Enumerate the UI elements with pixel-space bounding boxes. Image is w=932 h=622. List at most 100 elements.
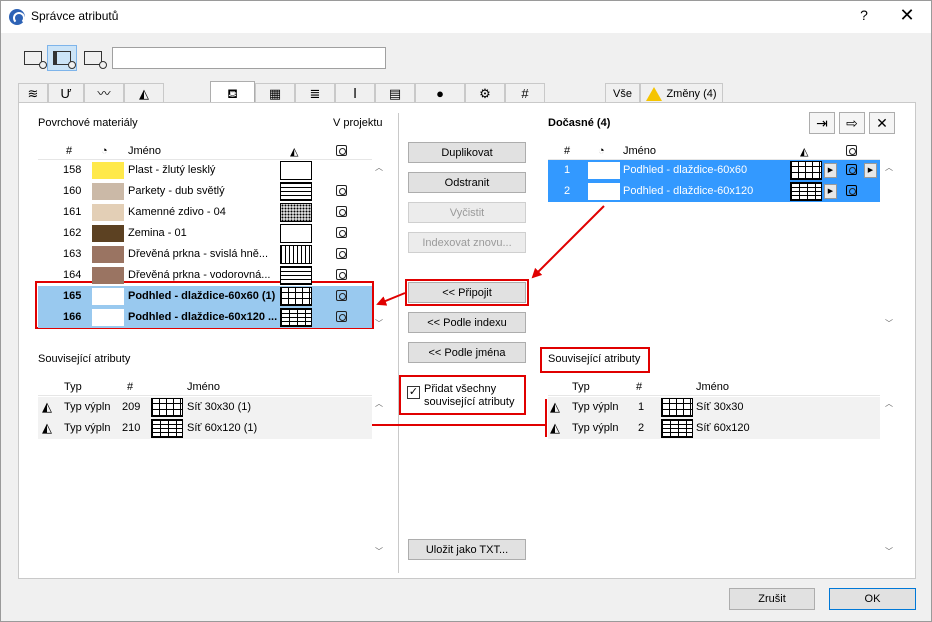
list-item[interactable]: 162 Zemina - 01 [38,223,372,244]
tab-surfaces[interactable]: ⛾ [210,81,255,104]
item-index: 160 [63,185,82,197]
fill-type-icon: ◭ [550,399,560,414]
in-project-icon [336,206,347,217]
in-project-icon [336,269,347,280]
tab-changes-label: Změny (4) [666,87,717,100]
close-file-button[interactable]: ✕ [869,112,895,134]
item-index: 1 [564,164,571,176]
col-pattern-icon: ◭ [800,146,809,158]
view-right-only-button[interactable] [78,45,108,71]
scroll-down-icon[interactable]: ﹀ [882,546,896,558]
tab-markup-styles[interactable]: # [505,83,545,103]
in-project-icon [846,185,857,196]
fill-type-icon: ◭ [550,420,560,435]
tab-composites[interactable]: ≣ [295,83,335,103]
item-type: Typ výpln [64,422,111,434]
scroll-up-icon[interactable]: ︿ [372,162,386,174]
list-item[interactable]: 166 Podhled - dlaždice-60x120 ... [38,307,372,328]
scroll-up-icon[interactable]: ︿ [882,162,896,174]
col-name: Jméno [623,145,657,157]
surfaces-scrollbar[interactable]: ︿ ﹀ [372,142,386,331]
list-item[interactable]: 164 Dřevěná prkna - vodorovná... [38,265,372,286]
tab-changes[interactable]: Změny (4) [640,83,723,103]
col-num: # [66,145,73,157]
remove-button[interactable]: Odstranit [408,172,526,193]
import-button[interactable]: ⇥ [809,112,835,134]
panel-both-icon [53,51,76,69]
list-item[interactable]: 2 Podhled - dlaždice-60x120 ▶ [548,181,880,202]
scroll-down-icon[interactable]: ﹀ [372,318,386,330]
list-item[interactable]: 160 Parkety - dub světlý [38,181,372,202]
tab-all[interactable]: Vše [605,83,640,103]
color-swatch [92,183,124,200]
tab-mep-systems[interactable]: ● [415,83,465,103]
scroll-up-icon[interactable]: ︿ [882,398,896,410]
export-button[interactable]: ⇨ [839,112,865,134]
tab-layers[interactable]: ≋ [18,83,48,103]
item-name: Síť 30x30 [696,401,744,413]
expand-arrow-icon[interactable]: ▶ [824,163,837,178]
scroll-down-icon[interactable]: ﹀ [882,318,896,330]
col-type: Typ [64,381,82,393]
scroll-up-icon[interactable]: ︿ [372,398,386,410]
item-type: Typ výpln [572,422,619,434]
list-item[interactable]: 161 Kamenné zdivo - 04 [38,202,372,223]
grid-icon: # [521,86,529,101]
gears-icon: ⚙ [479,86,491,101]
color-swatch [588,162,620,179]
item-name: Plast - žlutý lesklý [128,164,216,176]
in-project-icon [336,290,347,301]
item-name: Kamenné zdivo - 04 [128,206,226,218]
ok-button[interactable]: OK [829,588,916,610]
col-type: Typ [572,381,590,393]
list-item[interactable]: 165 Podhled - dlaždice-60x60 (1) [38,286,372,307]
item-index: 2 [564,185,571,197]
cancel-button[interactable]: Zrušit [729,588,815,610]
list-item[interactable]: 1 Podhled - dlaždice-60x60 ▶ ▶ [548,160,880,181]
tab-pens[interactable]: Ư [48,83,84,103]
tab-line-types[interactable]: 〰 [84,83,124,103]
item-index: 162 [63,227,82,239]
right-list-header: Dočasné (4) [548,117,611,129]
close-button[interactable]: ✕ [895,5,919,26]
duplicate-button[interactable]: Duplikovat [408,142,526,163]
surfaces-list-header: # ◔ Jméno ◭ [38,142,372,160]
right-related-scrollbar[interactable]: ︿ ﹀ [882,398,896,562]
save-txt-button[interactable]: Uložit jako TXT... [408,539,526,560]
list-item[interactable]: ◭ Typ výpln 1 Síť 30x30 [548,397,880,418]
list-item[interactable]: ◭ Typ výpln 209 Síť 30x30 (1) [38,397,372,418]
color-swatch [92,246,124,263]
clear-button[interactable]: Vyčistit [408,202,526,223]
help-button[interactable]: ? [854,7,874,23]
expand-arrow-icon[interactable]: ▶ [864,163,877,178]
by-index-button[interactable]: << Podle indexu [408,312,526,333]
reindex-button[interactable]: Indexovat znovu... [408,232,526,253]
right-related-list-header: Typ # Jméno [548,378,880,396]
tab-zone-categories[interactable]: ▤ [375,83,415,103]
fill-pattern-preview [790,182,822,201]
temporary-scrollbar[interactable]: ︿ ﹀ [882,156,896,331]
left-related-scrollbar[interactable]: ︿ ﹀ [372,398,386,562]
tab-fills[interactable]: ◭ [124,83,164,103]
expand-arrow-icon[interactable]: ▶ [824,184,837,199]
search-input[interactable] [112,47,386,69]
list-item[interactable]: 158 Plast - žlutý lesklý [38,160,372,181]
tab-profiles[interactable]: Ⅰ [335,83,375,103]
color-swatch [92,204,124,221]
by-name-button[interactable]: << Podle jména [408,342,526,363]
list-item[interactable]: 163 Dřevěná prkna - svislá hně... [38,244,372,265]
list-item[interactable]: ◭ Typ výpln 2 Síť 60x120 [548,418,880,439]
item-index: 161 [63,206,82,218]
view-both-button[interactable] [47,45,77,71]
tab-building-materials[interactable]: ▦ [255,83,295,103]
scroll-down-icon[interactable]: ﹀ [372,546,386,558]
item-name: Parkety - dub světlý [128,185,225,197]
list-item[interactable]: ◭ Typ výpln 210 Síť 60x120 (1) [38,418,372,439]
fill-pattern-preview [280,245,312,264]
profile-icon: Ⅰ [353,86,357,101]
view-left-only-button[interactable] [18,45,48,71]
item-index: 163 [63,248,82,260]
item-name: Síť 60x120 (1) [187,422,258,434]
in-project-icon [846,145,857,156]
tab-operation-profiles[interactable]: ⚙ [465,83,505,103]
